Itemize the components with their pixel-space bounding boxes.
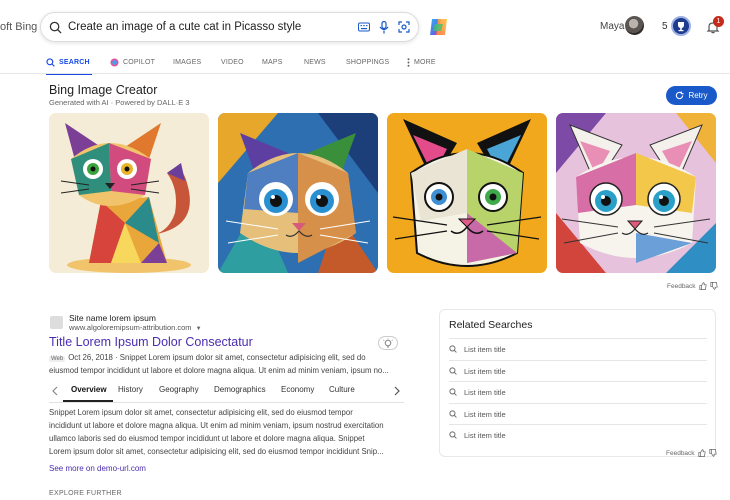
site-favicon xyxy=(50,316,63,329)
retry-label: Retry xyxy=(688,91,708,100)
body-line-4: Lorem ipsum dolor sit amet, consectetur … xyxy=(49,447,384,456)
caret-down-icon[interactable]: ▼ xyxy=(196,326,202,332)
related-item-label: List item title xyxy=(464,409,506,419)
related-feedback-label: Feedback xyxy=(666,449,695,457)
tab-maps[interactable]: MAPS xyxy=(262,51,283,73)
search-icon xyxy=(49,21,62,34)
avatar[interactable] xyxy=(625,16,644,35)
search-input[interactable]: Create an image of a cute cat in Picasso… xyxy=(68,21,358,33)
tab-shoppings[interactable]: SHOPPINGS xyxy=(346,51,389,73)
related-item-label: List item title xyxy=(464,387,506,397)
deep-tab-economy[interactable]: Economy xyxy=(281,385,314,394)
brand-label[interactable]: oft Bing xyxy=(0,21,37,33)
tab-more[interactable]: MORE xyxy=(407,51,436,73)
snippet-line-1: Web Oct 26, 2018 · Snippet Lorem ipsum do… xyxy=(49,353,366,362)
site-url[interactable]: www.algoloremipsum-attribution.com ▼ xyxy=(69,323,202,332)
copilot-logo-icon[interactable] xyxy=(428,16,450,38)
tab-shoppings-label: SHOPPINGS xyxy=(346,58,390,66)
generated-image-1[interactable] xyxy=(49,113,209,273)
related-searches-title: Related Searches xyxy=(449,319,533,331)
copilot-icon xyxy=(110,57,119,67)
body-line-3: ullamco laboris sed do eiusmod tempor in… xyxy=(49,434,365,443)
refresh-icon xyxy=(675,91,684,100)
lightbulb-icon[interactable] xyxy=(378,336,398,350)
deep-tab-culture[interactable]: Culture xyxy=(329,385,355,394)
search-box[interactable]: Create an image of a cute cat in Picasso… xyxy=(40,12,419,42)
tabs-divider xyxy=(0,73,730,74)
image-feedback-label: Feedback xyxy=(667,282,696,290)
thumbs-down-icon[interactable] xyxy=(709,282,718,290)
tab-news[interactable]: NEWS xyxy=(304,51,326,73)
snippet-line-2: eiusmod tempor incididunt ut labore et d… xyxy=(49,366,389,375)
related-item-label: List item title xyxy=(464,366,506,376)
related-item[interactable]: List item title xyxy=(449,360,707,381)
related-item-label: List item title xyxy=(464,344,506,354)
retry-button[interactable]: Retry xyxy=(666,86,717,105)
rewards-trophy-icon[interactable] xyxy=(671,16,691,36)
search-icon xyxy=(449,367,457,375)
see-more-link[interactable]: See more on demo-url.com xyxy=(49,464,146,473)
related-item[interactable]: List item title xyxy=(449,424,707,445)
active-tab-underline xyxy=(63,400,113,402)
snippet-text-1: Oct 26, 2018 · Snippet Lorem ipsum dolor… xyxy=(68,353,366,362)
related-item-label: List item title xyxy=(464,430,506,440)
generated-image-2[interactable] xyxy=(218,113,378,273)
microphone-icon[interactable] xyxy=(379,20,389,34)
thumbs-up-icon[interactable] xyxy=(697,449,706,457)
explore-further-heading: EXPLORE FURTHER xyxy=(49,490,122,497)
related-item[interactable]: List item title xyxy=(449,403,707,424)
tab-images-label: IMAGES xyxy=(173,58,202,66)
notification-badge: 1 xyxy=(713,16,724,27)
deep-tab-overview[interactable]: Overview xyxy=(71,385,107,394)
tab-copilot[interactable]: COPILOT xyxy=(110,51,155,73)
search-icon xyxy=(449,410,457,418)
keyboard-icon[interactable] xyxy=(358,22,370,32)
related-feedback[interactable]: Feedback xyxy=(666,449,717,457)
tab-news-label: NEWS xyxy=(304,58,326,66)
search-icon xyxy=(46,57,55,67)
chevron-left-icon[interactable] xyxy=(52,386,58,396)
search-icon xyxy=(449,388,457,396)
more-vertical-icon xyxy=(407,57,410,67)
page: oft Bing Create an image of a cute cat i… xyxy=(0,0,730,500)
tab-copilot-label: COPILOT xyxy=(123,58,156,66)
tab-maps-label: MAPS xyxy=(262,58,283,66)
search-icon xyxy=(449,431,457,439)
body-line-1: Snippet Lorem ipsum dolor sit amet, cons… xyxy=(49,408,353,417)
body-line-2: incididunt ut labore et dolore magna ali… xyxy=(49,421,384,430)
tab-video-label: VIDEO xyxy=(221,58,244,66)
result-title-link[interactable]: Title Lorem Ipsum Dolor Consectatur xyxy=(49,335,253,349)
thumbs-down-icon[interactable] xyxy=(708,449,717,457)
image-creator-subtitle: Generated with AI · Powered by DALL·E 3 xyxy=(49,98,190,107)
deep-tab-history[interactable]: History xyxy=(118,385,143,394)
tab-search-label: SEARCH xyxy=(59,58,90,66)
image-creator-title: Bing Image Creator xyxy=(49,83,158,97)
image-feedback[interactable]: Feedback xyxy=(667,282,718,290)
deep-tab-demographics[interactable]: Demographics xyxy=(214,385,266,394)
related-item[interactable]: List item title xyxy=(449,338,707,359)
deep-tab-geography[interactable]: Geography xyxy=(159,385,199,394)
tab-images[interactable]: IMAGES xyxy=(173,51,201,73)
web-tag: Web xyxy=(49,356,66,362)
related-item[interactable]: List item title xyxy=(449,381,707,402)
generated-image-3[interactable] xyxy=(387,113,547,273)
visual-search-icon[interactable] xyxy=(398,21,410,33)
chevron-right-icon[interactable] xyxy=(394,386,400,396)
site-name: Site name lorem ipsum xyxy=(69,313,156,323)
search-icon xyxy=(449,345,457,353)
tab-search[interactable]: SEARCH xyxy=(46,51,92,75)
thumbs-up-icon[interactable] xyxy=(698,282,707,290)
site-url-text: www.algoloremipsum-attribution.com xyxy=(69,323,192,332)
deep-tabs-divider xyxy=(49,402,404,403)
reward-points[interactable]: 5 xyxy=(662,21,668,32)
generated-image-4[interactable] xyxy=(556,113,716,273)
user-name[interactable]: Maya xyxy=(600,21,624,32)
deep-link-tabs: Overview History Geography Demographics … xyxy=(49,382,404,402)
tab-video[interactable]: VIDEO xyxy=(221,51,244,73)
tab-more-label: MORE xyxy=(414,58,436,66)
